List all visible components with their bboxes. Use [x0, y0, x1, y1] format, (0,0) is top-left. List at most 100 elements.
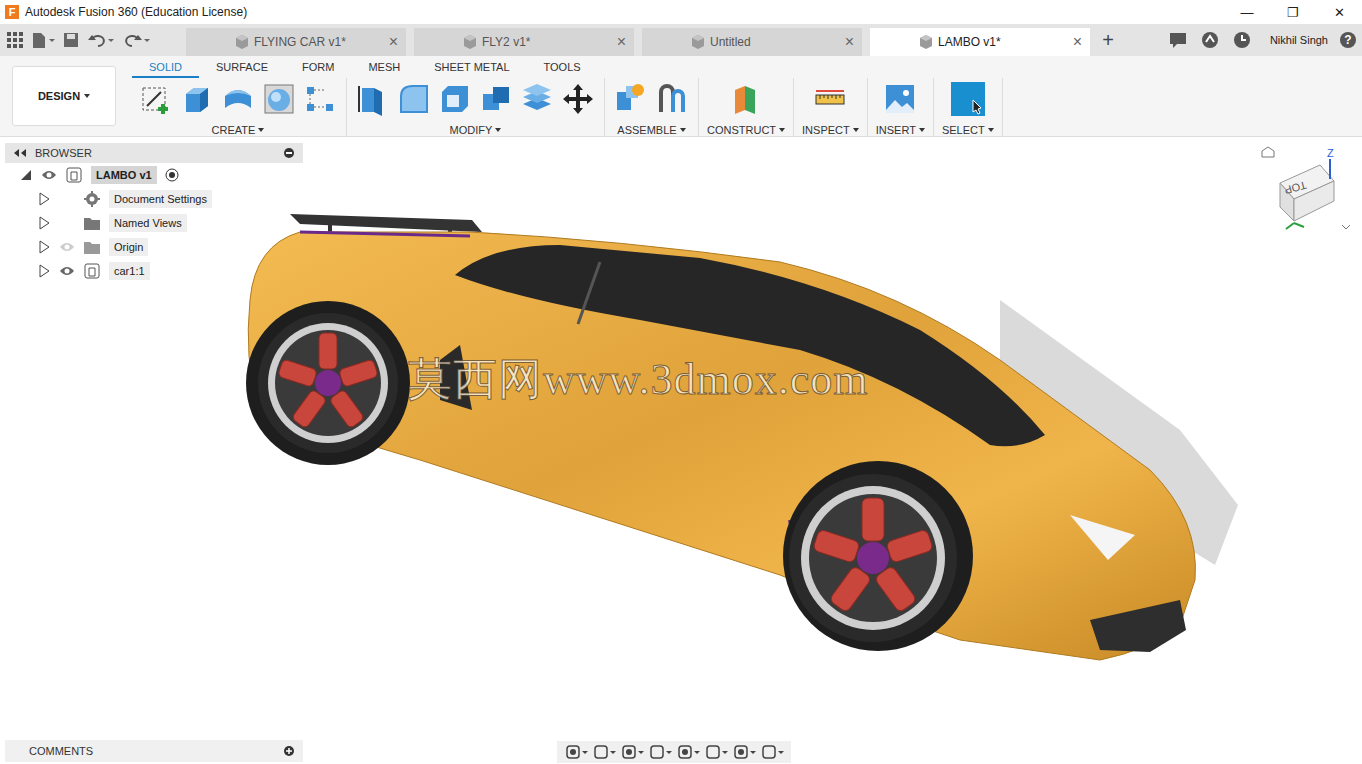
- expand-toggle-icon[interactable]: [37, 216, 51, 230]
- tab-close-button[interactable]: ×: [389, 33, 398, 51]
- toolbar-tab[interactable]: TOOLS: [527, 61, 598, 78]
- tool-groups: CREATE MODIFY ASSEMBLE CONSTRUCT INSPECT INSE…: [130, 78, 1003, 136]
- toolbar-tab[interactable]: SURFACE: [199, 61, 285, 78]
- z-axis-label: Z: [1327, 147, 1334, 159]
- document-tab[interactable]: FLY2 v1*×: [414, 28, 634, 56]
- eye-icon[interactable]: [59, 265, 75, 277]
- caret-icon: [919, 128, 925, 132]
- browser-item[interactable]: Document Settings: [5, 187, 303, 211]
- eye-icon[interactable]: [59, 241, 75, 253]
- look-icon[interactable]: [591, 743, 617, 761]
- tool-group-dropdown[interactable]: ASSEMBLE: [617, 124, 685, 136]
- tool-button[interactable]: [728, 81, 764, 117]
- tool-button[interactable]: [220, 81, 256, 117]
- browser-item[interactable]: Origin: [5, 235, 303, 259]
- file-icon[interactable]: [30, 31, 56, 49]
- zoomfit-icon[interactable]: [675, 743, 701, 761]
- display-icon[interactable]: [703, 743, 729, 761]
- tab-close-button[interactable]: ×: [617, 33, 626, 51]
- tool-button[interactable]: [138, 81, 174, 117]
- move-icon: [561, 82, 595, 116]
- user-name[interactable]: Nikhil Singh: [1270, 34, 1328, 46]
- view-cube[interactable]: TOPZ: [1258, 145, 1354, 241]
- tool-icons: [812, 80, 848, 118]
- toolbar-tab[interactable]: FORM: [285, 61, 351, 78]
- tool-group-label: CREATE: [212, 124, 256, 136]
- component-icon: [83, 262, 101, 280]
- caret-icon: [258, 128, 264, 132]
- comment-icon[interactable]: [1168, 31, 1188, 49]
- browser-item[interactable]: car1:1: [5, 259, 303, 283]
- tool-button[interactable]: [261, 81, 297, 117]
- tool-button[interactable]: [560, 81, 596, 117]
- orbit-icon[interactable]: [563, 743, 589, 761]
- add-comment-icon[interactable]: [283, 745, 295, 757]
- tool-group-dropdown[interactable]: CREATE: [212, 124, 265, 136]
- expand-toggle-icon[interactable]: [37, 264, 51, 278]
- toolbar-tab[interactable]: SOLID: [132, 61, 199, 78]
- browser-item[interactable]: Named Views: [5, 211, 303, 235]
- window-control-button[interactable]: ❐: [1270, 5, 1316, 20]
- document-tab[interactable]: FLYING CAR v1*×: [186, 28, 406, 56]
- image-icon: [883, 82, 917, 116]
- tool-group-dropdown[interactable]: INSERT: [876, 124, 925, 136]
- collapse-icon[interactable]: [13, 148, 27, 158]
- tool-group-dropdown[interactable]: SELECT: [942, 124, 994, 136]
- tool-group-dropdown[interactable]: INSPECT: [802, 124, 859, 136]
- workspace-dropdown[interactable]: DESIGN: [12, 66, 116, 126]
- tool-group-dropdown[interactable]: MODIFY: [450, 124, 502, 136]
- activate-radio-icon[interactable]: [165, 168, 179, 182]
- expand-toggle-icon[interactable]: [37, 240, 51, 254]
- tool-button[interactable]: [302, 81, 338, 117]
- pan-icon[interactable]: [619, 743, 645, 761]
- tool-button[interactable]: [478, 81, 514, 117]
- expand-toggle-icon[interactable]: [37, 192, 51, 206]
- tool-button[interactable]: [519, 81, 555, 117]
- undo-icon[interactable]: [86, 31, 116, 49]
- tool-button[interactable]: [812, 81, 848, 117]
- expand-toggle-icon[interactable]: [19, 168, 33, 182]
- clock-icon[interactable]: [1232, 30, 1252, 50]
- tool-button[interactable]: [437, 81, 473, 117]
- tool-button[interactable]: [654, 81, 690, 117]
- tool-button[interactable]: [950, 81, 986, 117]
- window-control-button[interactable]: —: [1224, 5, 1270, 20]
- save-icon[interactable]: [62, 31, 80, 49]
- window-control-button[interactable]: ✕: [1316, 5, 1362, 20]
- tool-button[interactable]: [613, 81, 649, 117]
- jointb-icon: [655, 82, 689, 116]
- job-status-icon[interactable]: [1200, 30, 1220, 50]
- grid-icon[interactable]: [731, 743, 757, 761]
- comments-panel: COMMENTS: [5, 740, 303, 762]
- document-tab[interactable]: Untitled×: [642, 28, 862, 56]
- car-model[interactable]: [0, 137, 1362, 764]
- document-tab[interactable]: LAMBO v1*×: [870, 28, 1090, 56]
- toolbar-tab[interactable]: SHEET METAL: [417, 61, 526, 78]
- tab-close-button[interactable]: ×: [1073, 33, 1082, 51]
- toolbar-tab[interactable]: MESH: [351, 61, 417, 78]
- tool-button[interactable]: [396, 81, 432, 117]
- zoom-icon[interactable]: [647, 743, 673, 761]
- tool-group-dropdown[interactable]: CONSTRUCT: [707, 124, 785, 136]
- quick-access: [0, 31, 186, 49]
- redo-icon[interactable]: [122, 31, 152, 49]
- comments-title: COMMENTS: [29, 745, 283, 757]
- tool-button[interactable]: [882, 81, 918, 117]
- browser-item-label: Named Views: [109, 214, 187, 232]
- settings-icon: [83, 190, 101, 208]
- browser-item[interactable]: LAMBO v1: [5, 163, 303, 187]
- new-tab-button[interactable]: +: [1098, 29, 1118, 52]
- tool-button[interactable]: [355, 81, 391, 117]
- help-button[interactable]: ?: [1340, 32, 1356, 48]
- viewport-canvas[interactable]: 莫西网www.3dmox.comBROWSERLAMBO v1Document …: [0, 137, 1362, 764]
- window-controls: —❐✕: [1224, 5, 1362, 20]
- tool-button[interactable]: [179, 81, 215, 117]
- fillet-icon: [397, 82, 431, 116]
- viewports-icon[interactable]: [759, 743, 785, 761]
- minimize-icon[interactable]: [283, 147, 295, 159]
- tab-close-button[interactable]: ×: [845, 33, 854, 51]
- home-icon[interactable]: [1262, 147, 1274, 157]
- apps-grid-icon[interactable]: [6, 31, 24, 49]
- eye-icon[interactable]: [41, 169, 57, 181]
